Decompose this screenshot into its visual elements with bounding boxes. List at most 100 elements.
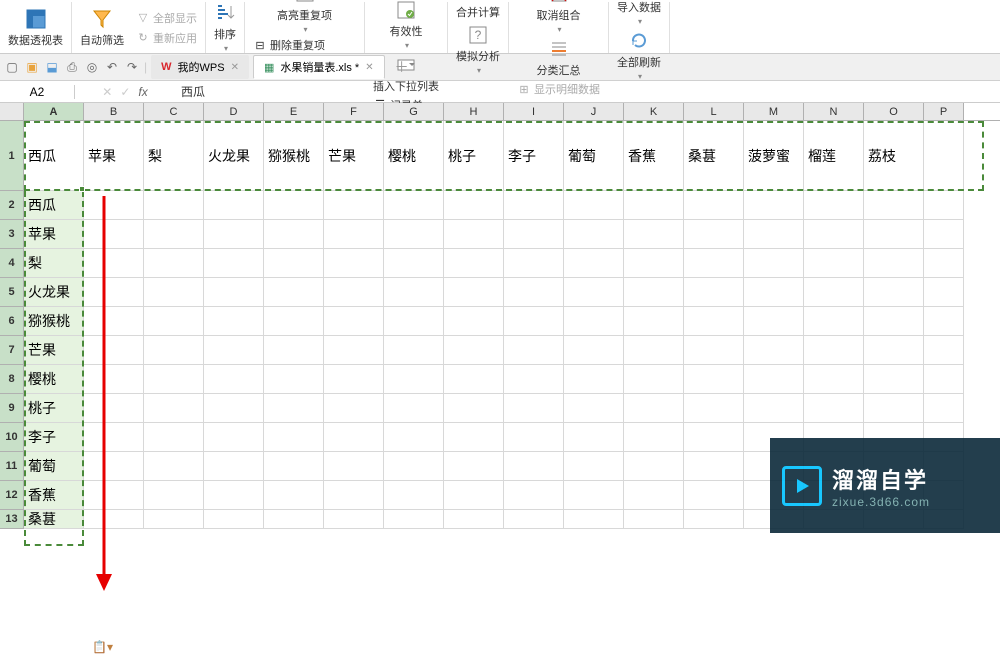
- cell[interactable]: 榴莲: [804, 121, 864, 191]
- name-box[interactable]: A2: [0, 85, 75, 99]
- cell[interactable]: 香蕉: [24, 481, 84, 510]
- fill-handle[interactable]: [79, 186, 85, 192]
- cell[interactable]: [444, 191, 504, 220]
- col-header[interactable]: F: [324, 103, 384, 120]
- col-header[interactable]: E: [264, 103, 324, 120]
- cell[interactable]: [204, 191, 264, 220]
- cell[interactable]: [84, 191, 144, 220]
- cell[interactable]: 荔枝: [864, 121, 924, 191]
- cell[interactable]: 火龙果: [24, 278, 84, 307]
- open-icon[interactable]: ▣: [24, 59, 40, 75]
- preview-icon[interactable]: ◎: [84, 59, 100, 75]
- save-icon[interactable]: ⬓: [44, 59, 60, 75]
- new-icon[interactable]: ▢: [4, 59, 20, 75]
- row-header[interactable]: 4: [0, 249, 24, 278]
- cell[interactable]: 香蕉: [624, 121, 684, 191]
- consolidate-button[interactable]: 合并计算: [452, 0, 504, 22]
- row-header[interactable]: 8: [0, 365, 24, 394]
- pivot-table-button[interactable]: 数据透视表: [4, 6, 67, 50]
- import-button[interactable]: 导入数据: [613, 0, 665, 28]
- col-header[interactable]: C: [144, 103, 204, 120]
- cell[interactable]: 苹果: [84, 121, 144, 191]
- cell[interactable]: 梨: [144, 121, 204, 191]
- cell[interactable]: [684, 191, 744, 220]
- cell[interactable]: 猕猴桃: [264, 121, 324, 191]
- cell[interactable]: [564, 191, 624, 220]
- cell[interactable]: [504, 191, 564, 220]
- refresh-button[interactable]: 全部刷新: [613, 28, 665, 83]
- row-header[interactable]: 13: [0, 510, 24, 529]
- row-header[interactable]: 3: [0, 220, 24, 249]
- cell[interactable]: 桑葚: [684, 121, 744, 191]
- col-header[interactable]: L: [684, 103, 744, 120]
- col-header[interactable]: B: [84, 103, 144, 120]
- paste-options-button[interactable]: 📋▾: [92, 640, 113, 654]
- row-header[interactable]: 10: [0, 423, 24, 452]
- col-header[interactable]: I: [504, 103, 564, 120]
- row-header[interactable]: 1: [0, 121, 24, 191]
- formula-input[interactable]: 西瓜: [175, 83, 1000, 100]
- fx-cancel-icon[interactable]: ✕: [102, 85, 112, 99]
- cell[interactable]: [804, 191, 864, 220]
- fx-accept-icon[interactable]: ✓: [120, 85, 130, 99]
- cell[interactable]: 葡萄: [564, 121, 624, 191]
- col-header[interactable]: N: [804, 103, 864, 120]
- cell[interactable]: [924, 191, 964, 220]
- cell[interactable]: 芒果: [24, 336, 84, 365]
- cell[interactable]: 菠萝蜜: [744, 121, 804, 191]
- cell[interactable]: [144, 191, 204, 220]
- cell[interactable]: [924, 121, 964, 191]
- print-icon[interactable]: ⎙: [64, 59, 80, 75]
- cell[interactable]: [384, 191, 444, 220]
- row-header[interactable]: 2: [0, 191, 24, 220]
- row-header[interactable]: 6: [0, 307, 24, 336]
- row-header[interactable]: 7: [0, 336, 24, 365]
- row-header[interactable]: 11: [0, 452, 24, 481]
- cell[interactable]: 樱桃: [24, 365, 84, 394]
- cell[interactable]: 李子: [24, 423, 84, 452]
- cell[interactable]: 桑葚: [24, 510, 84, 529]
- close-icon[interactable]: ✕: [231, 62, 239, 73]
- ungroup-button[interactable]: 取消组合: [533, 0, 585, 36]
- cell[interactable]: [324, 191, 384, 220]
- remove-dup-button[interactable]: ⊟删除重复项: [249, 36, 360, 54]
- sort-button[interactable]: 排序: [210, 0, 240, 55]
- cell[interactable]: 猕猴桃: [24, 307, 84, 336]
- cell[interactable]: 西瓜: [24, 191, 84, 220]
- cell[interactable]: 西瓜: [24, 121, 84, 191]
- col-header[interactable]: P: [924, 103, 964, 120]
- cell[interactable]: 桃子: [24, 394, 84, 423]
- highlight-dup-button[interactable]: 高亮重复项: [273, 0, 336, 36]
- cell[interactable]: 芒果: [324, 121, 384, 191]
- cell[interactable]: [864, 191, 924, 220]
- row-header[interactable]: 5: [0, 278, 24, 307]
- close-icon[interactable]: ✕: [365, 62, 373, 73]
- cell[interactable]: 火龙果: [204, 121, 264, 191]
- col-header[interactable]: J: [564, 103, 624, 120]
- validity-button[interactable]: 有效性: [386, 0, 427, 52]
- cell[interactable]: 樱桃: [384, 121, 444, 191]
- cell[interactable]: [744, 191, 804, 220]
- col-header[interactable]: H: [444, 103, 504, 120]
- cell[interactable]: 苹果: [24, 220, 84, 249]
- file-tab[interactable]: ▦ 水果销量表.xls * ✕: [253, 55, 385, 79]
- subtotal-button[interactable]: 分类汇总: [533, 36, 585, 80]
- col-header[interactable]: O: [864, 103, 924, 120]
- select-all-corner[interactable]: [0, 103, 24, 120]
- col-header[interactable]: K: [624, 103, 684, 120]
- cell[interactable]: 桃子: [444, 121, 504, 191]
- row-header[interactable]: 12: [0, 481, 24, 510]
- fx-icon[interactable]: fx: [138, 85, 147, 99]
- row-header[interactable]: 9: [0, 394, 24, 423]
- col-header[interactable]: D: [204, 103, 264, 120]
- cell[interactable]: 梨: [24, 249, 84, 278]
- undo-icon[interactable]: ↶: [104, 59, 120, 75]
- col-header[interactable]: M: [744, 103, 804, 120]
- whatif-button[interactable]: ? 模拟分析: [452, 22, 504, 77]
- mywps-tab[interactable]: W 我的WPS ✕: [151, 55, 249, 79]
- col-header[interactable]: G: [384, 103, 444, 120]
- redo-icon[interactable]: ↷: [124, 59, 140, 75]
- cell[interactable]: [264, 191, 324, 220]
- cell[interactable]: 葡萄: [24, 452, 84, 481]
- cell[interactable]: 李子: [504, 121, 564, 191]
